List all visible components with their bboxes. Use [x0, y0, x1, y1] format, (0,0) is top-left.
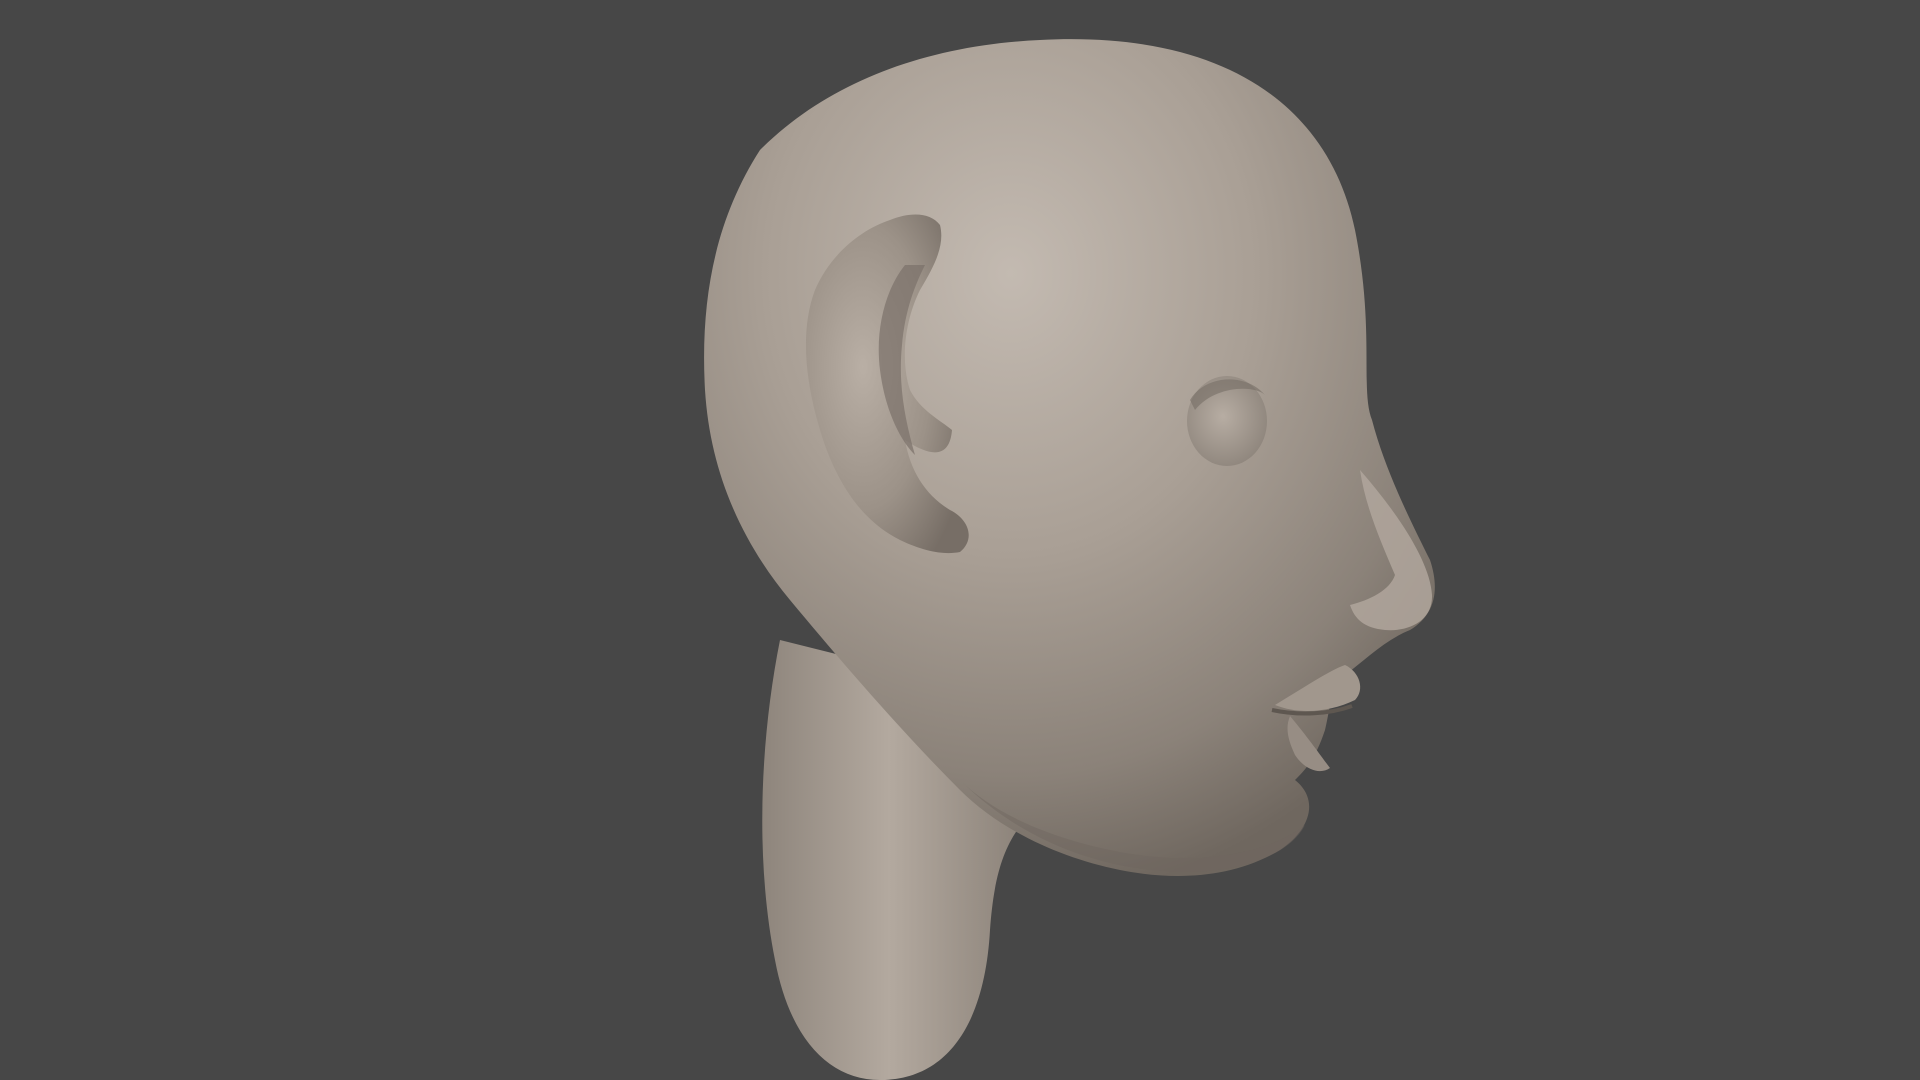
head-sculpt-render: [704, 39, 1435, 1080]
viewport-3d[interactable]: [0, 0, 1920, 1080]
